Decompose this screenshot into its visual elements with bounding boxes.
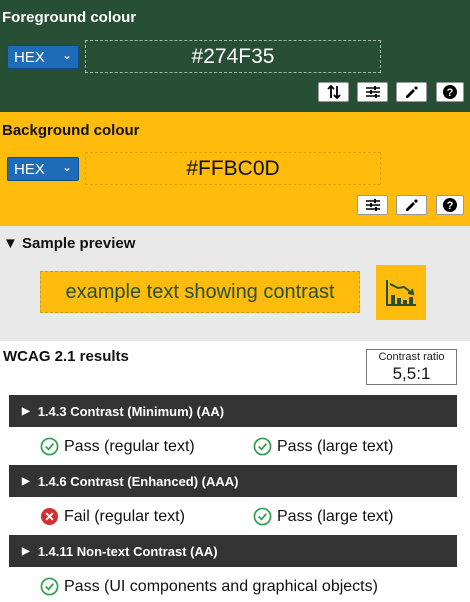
help-icon: ? (443, 85, 457, 99)
svg-text:?: ? (447, 87, 454, 99)
background-eyedropper-button[interactable] (396, 195, 427, 215)
background-color-input[interactable]: #FFBC0D (85, 152, 381, 185)
foreground-format-value: HEX (14, 48, 45, 66)
eyedropper-icon (405, 199, 418, 211)
sample-preview-panel: ▼ Sample preview example text showing co… (0, 226, 470, 341)
sample-preview-text: example text showing contrast (40, 271, 360, 313)
foreground-help-button[interactable]: ? (436, 82, 464, 102)
foreground-adjust-button[interactable] (357, 82, 388, 102)
result-item: Pass (large text) (253, 507, 393, 526)
triangle-down-icon: ▼ (3, 235, 18, 252)
result-item: Pass (regular text) (40, 437, 195, 456)
foreground-eyedropper-button[interactable] (396, 82, 427, 102)
svg-text:?: ? (447, 200, 454, 212)
sample-preview-graphic (376, 265, 426, 320)
sample-preview-title: Sample preview (22, 235, 136, 252)
sample-preview-toggle[interactable]: ▼ Sample preview (3, 235, 135, 252)
result-text: Pass (large text) (277, 507, 394, 525)
wcag-results-title: WCAG 2.1 results (3, 348, 129, 365)
triangle-right-icon: ▶ (22, 475, 30, 487)
result-text: Pass (UI components and graphical object… (64, 577, 378, 595)
background-format-select[interactable]: HEX ⌄ (7, 157, 79, 181)
help-icon: ? (443, 198, 457, 212)
check-circle-icon (40, 577, 59, 596)
background-title: Background colour (2, 122, 140, 139)
eyedropper-icon (405, 86, 418, 98)
background-panel: Background colour HEX ⌄ #FFBC0D ? (0, 112, 470, 226)
triangle-right-icon: ▶ (22, 545, 30, 557)
chevron-down-icon: ⌄ (61, 48, 72, 62)
criterion-1-4-3-toggle[interactable]: ▶ 1.4.3 Contrast (Minimum) (AA) (9, 395, 457, 427)
contrast-ratio-box: Contrast ratio 5,5:1 (366, 349, 457, 385)
check-circle-icon (253, 507, 272, 526)
x-circle-icon (40, 507, 59, 526)
foreground-color-input[interactable]: #274F35 (85, 40, 381, 73)
result-text: Fail (regular text) (64, 507, 185, 525)
criterion-label: 1.4.6 Contrast (Enhanced) (AAA) (37, 473, 239, 489)
result-text: Pass (regular text) (64, 437, 195, 455)
swap-arrows-icon (326, 84, 341, 100)
chevron-down-icon: ⌄ (61, 160, 72, 174)
background-format-value: HEX (14, 160, 45, 178)
contrast-ratio-value: 5,5:1 (392, 363, 431, 383)
criterion-1-4-11-toggle[interactable]: ▶ 1.4.11 Non-text Contrast (AA) (9, 535, 457, 567)
foreground-title: Foreground colour (2, 9, 137, 26)
check-circle-icon (253, 437, 272, 456)
result-item: Pass (UI components and graphical object… (40, 577, 378, 596)
result-text: Pass (large text) (277, 437, 394, 455)
contrast-ratio-label: Contrast ratio (378, 350, 445, 363)
foreground-panel: Foreground colour HEX ⌄ #274F35 ? (0, 0, 470, 112)
criterion-label: 1.4.11 Non-text Contrast (AA) (37, 543, 218, 559)
criterion-1-4-6-toggle[interactable]: ▶ 1.4.6 Contrast (Enhanced) (AAA) (9, 465, 457, 497)
criterion-label: 1.4.3 Contrast (Minimum) (AA) (37, 403, 225, 419)
result-item: Pass (large text) (253, 437, 393, 456)
background-adjust-button[interactable] (357, 195, 388, 215)
chart-icon (386, 279, 416, 306)
swap-colors-button[interactable] (318, 82, 349, 102)
check-circle-icon (40, 437, 59, 456)
triangle-right-icon: ▶ (22, 405, 30, 417)
sliders-icon (365, 199, 380, 211)
foreground-format-select[interactable]: HEX ⌄ (7, 45, 79, 69)
background-help-button[interactable]: ? (436, 195, 464, 215)
result-item: Fail (regular text) (40, 507, 185, 526)
sliders-icon (365, 86, 380, 98)
